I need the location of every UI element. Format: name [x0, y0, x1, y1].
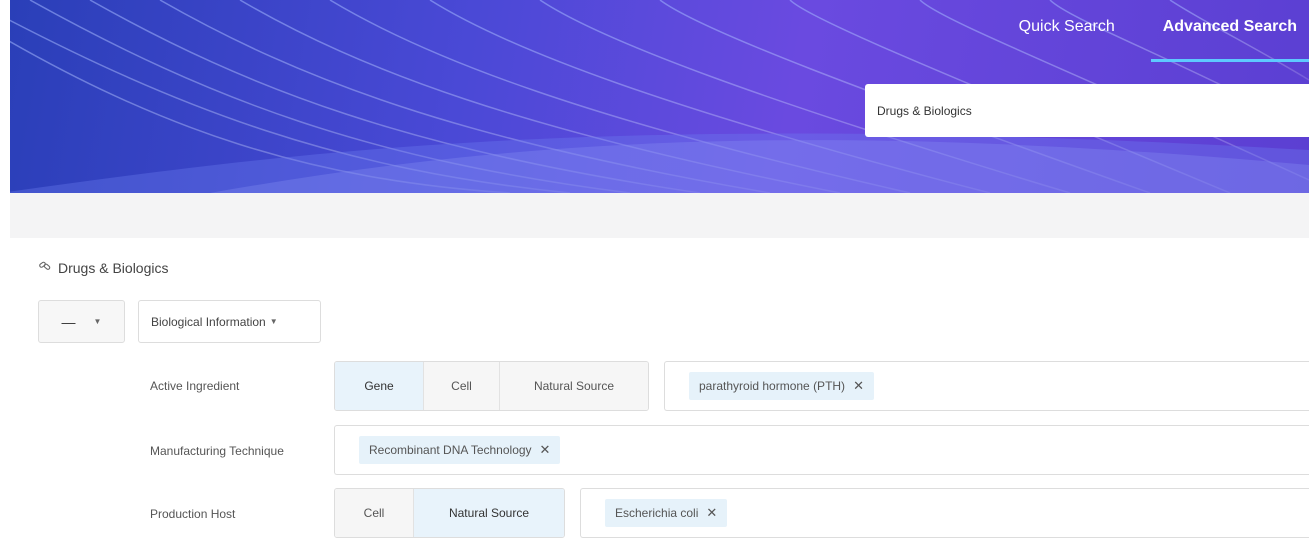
production-host-type-toggle: Cell Natural Source: [334, 488, 565, 538]
chevron-down-icon: ▼: [269, 317, 278, 326]
row-label-manufacturing-technique: Manufacturing Technique: [150, 444, 284, 458]
row-label-production-host: Production Host: [150, 507, 236, 521]
close-icon[interactable]: ✕: [540, 442, 551, 458]
segment-gene[interactable]: Gene: [335, 362, 424, 410]
tag-chip: Recombinant DNA Technology ✕: [359, 436, 561, 464]
active-ingredient-input[interactable]: parathyroid hormone (PTH) ✕: [664, 361, 1309, 411]
segment-cell[interactable]: Cell: [335, 489, 414, 537]
category-select[interactable]: Biological Information ▼: [138, 300, 321, 343]
manufacturing-technique-input[interactable]: Recombinant DNA Technology ✕: [334, 425, 1309, 475]
tag-chip: parathyroid hormone (PTH) ✕: [689, 372, 874, 400]
active-ingredient-type-toggle: Gene Cell Natural Source: [334, 361, 649, 411]
chevron-down-icon: ▼: [93, 317, 102, 326]
segment-natural-source[interactable]: Natural Source: [500, 362, 648, 410]
operator-value: —: [61, 313, 76, 330]
close-icon[interactable]: ✕: [706, 505, 717, 521]
segment-cell[interactable]: Cell: [424, 362, 500, 410]
production-host-input[interactable]: Escherichia coli ✕: [580, 488, 1309, 538]
section-title-text: Drugs & Biologics: [58, 259, 169, 276]
tab-quick-search-label: Quick Search: [1018, 18, 1115, 35]
search-scope-label: Drugs & Biologics: [877, 103, 972, 118]
toolbar-band: [10, 193, 1309, 238]
operator-select[interactable]: — ▼: [38, 300, 125, 343]
tag-chip-label: parathyroid hormone (PTH): [699, 379, 846, 393]
segment-natural-source[interactable]: Natural Source: [414, 489, 564, 537]
tab-advanced-search-label: Advanced Search: [1162, 18, 1297, 35]
tab-quick-search[interactable]: Quick Search: [1007, 0, 1127, 62]
search-scope-select[interactable]: Drugs & Biologics: [865, 84, 1309, 137]
top-nav: Quick Search Advanced Search: [1007, 0, 1309, 62]
category-value: Biological Information: [151, 314, 266, 329]
close-icon[interactable]: ✕: [853, 378, 864, 394]
tag-chip: Escherichia coli ✕: [605, 499, 728, 527]
tag-chip-label: Escherichia coli: [615, 506, 699, 520]
tab-advanced-search[interactable]: Advanced Search: [1150, 0, 1309, 62]
section-title: Drugs & Biologics: [38, 259, 169, 276]
row-label-active-ingredient: Active Ingredient: [150, 379, 240, 393]
pill-capsules-icon: [38, 259, 52, 276]
tag-chip-label: Recombinant DNA Technology: [369, 443, 532, 457]
